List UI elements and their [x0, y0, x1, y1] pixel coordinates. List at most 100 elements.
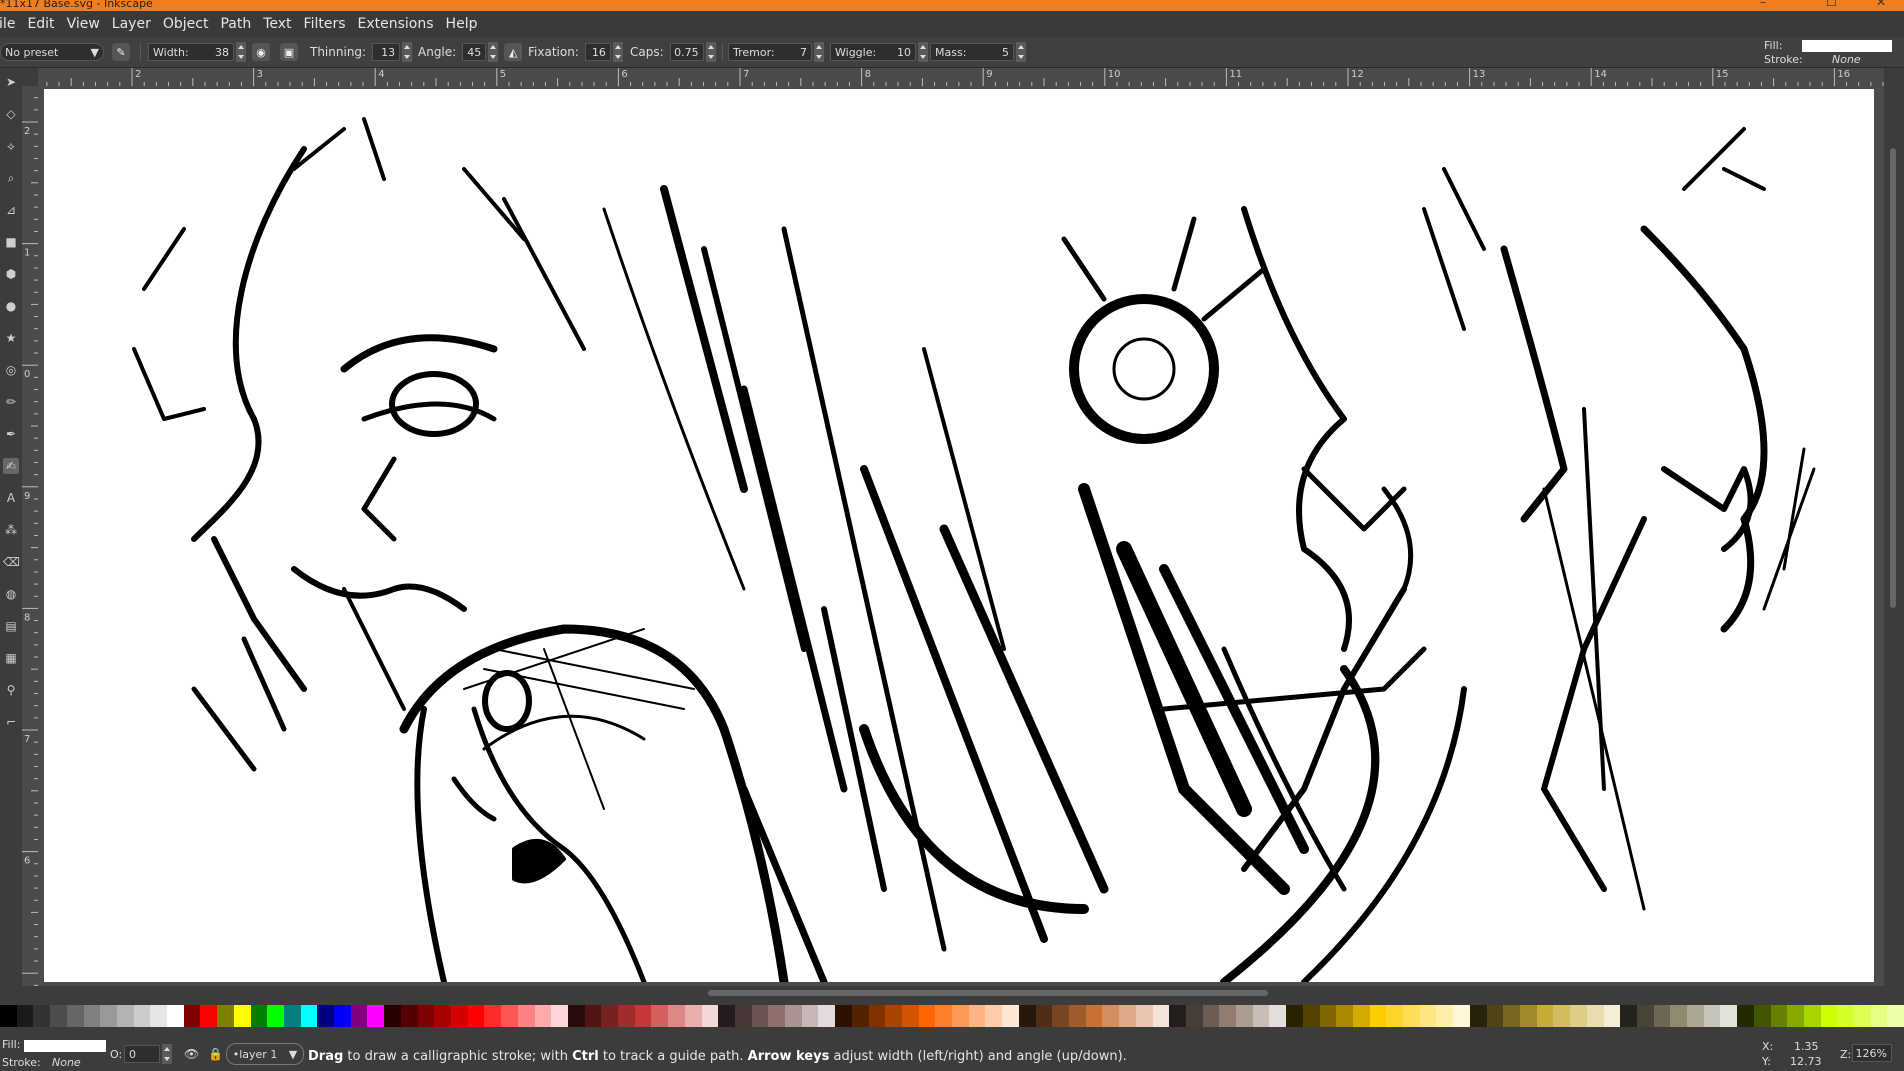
bucket-tool-icon[interactable]: ◍: [3, 586, 19, 602]
ellipse-tool-icon[interactable]: ●: [3, 298, 19, 314]
palette-swatch[interactable]: [1302, 1005, 1320, 1027]
palette-swatch[interactable]: [1887, 1005, 1904, 1027]
palette-swatch[interactable]: [1169, 1005, 1186, 1027]
palette-swatch[interactable]: [1586, 1005, 1604, 1027]
palette-swatch[interactable]: [1436, 1005, 1454, 1027]
palette-swatch[interactable]: [83, 1005, 101, 1027]
horizontal-scrollbar[interactable]: [38, 986, 1884, 1000]
palette-swatch[interactable]: [1620, 1005, 1637, 1027]
palette-swatch[interactable]: [801, 1005, 819, 1027]
fixation-input[interactable]: 16: [592, 46, 606, 59]
palette-swatch[interactable]: [450, 1005, 468, 1027]
rectangle-tool-icon[interactable]: ■: [3, 234, 19, 250]
palette-swatch[interactable]: [935, 1005, 953, 1027]
palette-swatch[interactable]: [835, 1005, 852, 1027]
mass-input[interactable]: 5: [1002, 46, 1009, 59]
palette-swatch[interactable]: [1119, 1005, 1136, 1027]
zoom-input[interactable]: 126%: [1852, 1044, 1892, 1062]
palette-swatch[interactable]: [1820, 1005, 1838, 1027]
palette-swatch[interactable]: [1469, 1005, 1487, 1027]
opacity-input[interactable]: 0: [124, 1045, 160, 1063]
vertical-scroll-thumb[interactable]: [1890, 148, 1896, 608]
palette-swatch[interactable]: [1219, 1005, 1237, 1027]
horizontal-scroll-thumb[interactable]: [708, 990, 1268, 996]
mass-spinner[interactable]: [1016, 42, 1026, 62]
palette-swatch[interactable]: [283, 1005, 301, 1027]
palette-swatch[interactable]: [851, 1005, 869, 1027]
caps-spinner[interactable]: [705, 42, 716, 62]
menu-extensions[interactable]: Extensions: [352, 16, 440, 32]
palette-swatch[interactable]: [618, 1005, 635, 1027]
palette-swatch[interactable]: [1185, 1005, 1203, 1027]
palette-swatch[interactable]: [233, 1005, 251, 1027]
palette-swatch[interactable]: [1269, 1005, 1287, 1027]
minimize-button[interactable]: –: [1760, 0, 1766, 8]
palette-swatch[interactable]: [116, 1005, 134, 1027]
palette-swatch[interactable]: [250, 1005, 268, 1027]
palette-swatch[interactable]: [350, 1005, 368, 1027]
width-input[interactable]: 38: [215, 46, 229, 59]
palette-swatch[interactable]: [1102, 1005, 1120, 1027]
menu-filters[interactable]: Filters: [298, 16, 352, 32]
menu-text[interactable]: Text: [257, 16, 297, 32]
palette-swatch[interactable]: [701, 1005, 719, 1027]
palette-swatch[interactable]: [952, 1005, 969, 1027]
angle-spinner[interactable]: [488, 42, 499, 62]
canvas[interactable]: [38, 86, 1884, 986]
palette-swatch[interactable]: [367, 1005, 385, 1027]
measure-tool-icon[interactable]: ⊿: [3, 202, 19, 218]
palette-swatch[interactable]: [968, 1005, 986, 1027]
palette-swatch[interactable]: [901, 1005, 919, 1027]
palette-swatch[interactable]: [1603, 1005, 1621, 1027]
palette-swatch[interactable]: [200, 1005, 218, 1027]
palette-swatch[interactable]: [1519, 1005, 1537, 1027]
palette-swatch[interactable]: [133, 1005, 151, 1027]
angle-input[interactable]: 45: [467, 46, 481, 59]
palette-swatch[interactable]: [1035, 1005, 1053, 1027]
fill-swatch[interactable]: [1802, 40, 1892, 52]
pencil-tool-icon[interactable]: ✏: [3, 394, 19, 410]
menu-file[interactable]: File: [0, 16, 21, 32]
thinning-input[interactable]: 13: [381, 46, 395, 59]
menu-layer[interactable]: Layer: [106, 16, 157, 32]
mesh-tool-icon[interactable]: ▦: [3, 650, 19, 666]
palette-swatch[interactable]: [267, 1005, 284, 1027]
palette-swatch[interactable]: [1352, 1005, 1370, 1027]
palette-swatch[interactable]: [534, 1005, 552, 1027]
palette-swatch[interactable]: [1553, 1005, 1571, 1027]
palette-swatch[interactable]: [551, 1005, 568, 1027]
palette-swatch[interactable]: [517, 1005, 535, 1027]
palette-swatch[interactable]: [300, 1005, 318, 1027]
palette-swatch[interactable]: [1202, 1005, 1220, 1027]
palette-scrollbar[interactable]: [0, 1027, 1904, 1036]
palette-swatch[interactable]: [785, 1005, 802, 1027]
trace-background-icon[interactable]: ▣: [280, 43, 298, 61]
wiggle-spinner[interactable]: [918, 42, 928, 62]
palette-swatch[interactable]: [1653, 1005, 1671, 1027]
palette-swatch[interactable]: [50, 1005, 67, 1027]
menu-path[interactable]: Path: [214, 16, 257, 32]
palette-swatch[interactable]: [1419, 1005, 1437, 1027]
palette-swatch[interactable]: [334, 1005, 351, 1027]
caps-input[interactable]: 0.75: [674, 46, 699, 59]
palette-swatch[interactable]: [66, 1005, 84, 1027]
palette-swatch[interactable]: [16, 1005, 34, 1027]
palette-swatch[interactable]: [400, 1005, 418, 1027]
page[interactable]: [44, 89, 1874, 986]
palette-swatch[interactable]: [1737, 1005, 1754, 1027]
box3d-tool-icon[interactable]: ⬢: [3, 266, 19, 282]
palette-swatch[interactable]: [668, 1005, 685, 1027]
palette-swatch[interactable]: [434, 1005, 451, 1027]
palette-swatch[interactable]: [1236, 1005, 1253, 1027]
status-fill-swatch[interactable]: [24, 1040, 106, 1052]
palette-swatch[interactable]: [1002, 1005, 1019, 1027]
palette-swatch[interactable]: [417, 1005, 435, 1027]
palette-swatch[interactable]: [1536, 1005, 1554, 1027]
star-tool-icon[interactable]: ★: [3, 330, 19, 346]
palette-swatch[interactable]: [1286, 1005, 1303, 1027]
palette-swatch[interactable]: [1503, 1005, 1520, 1027]
pen-tool-icon[interactable]: ✒: [3, 426, 19, 442]
menu-help[interactable]: Help: [440, 16, 484, 32]
palette-swatch[interactable]: [818, 1005, 836, 1027]
palette-swatch[interactable]: [1854, 1005, 1871, 1027]
